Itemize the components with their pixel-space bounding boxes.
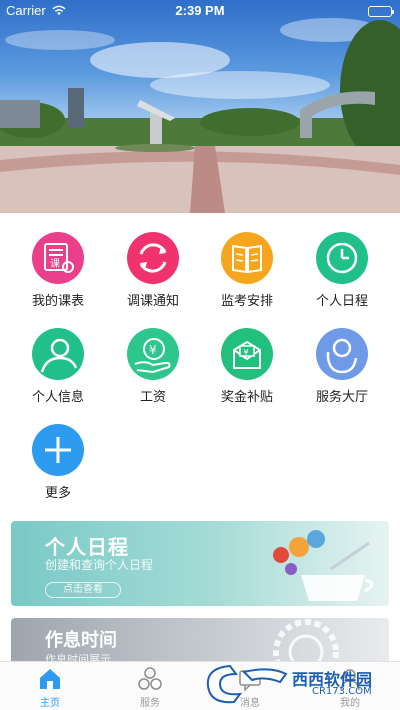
menu-label: 奖金补贴 [220, 390, 273, 405]
menu-item-salary[interactable]: ¥ 工资 [106, 328, 200, 405]
banner-title: 作息时间 [45, 630, 117, 651]
home-icon [37, 666, 63, 692]
menu-item-invigilation[interactable]: 监考安排 [200, 232, 294, 309]
menu-label: 调课通知 [126, 294, 179, 309]
book-icon [221, 232, 273, 284]
tab-label: 主页 [40, 698, 60, 709]
service-hall-icon [316, 328, 368, 380]
watermark-logo-icon [206, 664, 288, 704]
menu-label: 更多 [44, 486, 71, 501]
menu-item-more[interactable]: 更多 [11, 424, 105, 501]
service-icon [137, 666, 163, 692]
bonus-envelope-icon: ¥ [221, 328, 273, 380]
hero-campus-photo [0, 0, 400, 213]
plus-icon [32, 424, 84, 476]
menu-item-class-change[interactable]: 调课通知 [106, 232, 200, 309]
clock-time: 2:39 PM [175, 3, 225, 18]
menu-label: 监考安排 [220, 294, 273, 309]
site-watermark: 西西软件园 CR173.COM [200, 660, 396, 706]
menu-item-personal-info[interactable]: 个人信息 [11, 328, 105, 405]
menu-item-service-hall[interactable]: 服务大厅 [295, 328, 389, 405]
menu-item-schedule[interactable]: 个人日程 [295, 232, 389, 309]
watermark-subtext: CR173.COM [312, 686, 372, 697]
menu-item-timetable[interactable]: 课 我的课表 [11, 232, 105, 309]
refresh-icon [127, 232, 179, 284]
coffee-cup-illustration [273, 530, 374, 601]
svg-text:¥: ¥ [149, 343, 157, 357]
tab-service[interactable]: 服务 [100, 666, 200, 709]
battery-icon [368, 6, 394, 17]
banner-subtitle: 创建和查询个人日程 [45, 558, 154, 572]
person-icon [32, 328, 84, 380]
clock-icon [316, 232, 368, 284]
status-bar: Carrier 2:39 PM [0, 0, 400, 22]
view-button[interactable]: 点击查看 [45, 582, 121, 598]
menu-label: 服务大厅 [315, 390, 368, 405]
svg-text:课: 课 [50, 258, 60, 270]
tab-label: 服务 [140, 698, 160, 709]
menu-label: 个人日程 [315, 294, 368, 309]
menu-label: 工资 [139, 390, 166, 405]
menu-label: 个人信息 [31, 390, 84, 405]
timetable-icon: 课 [32, 232, 84, 284]
schedule-banner[interactable]: 个人日程 创建和查询个人日程 点击查看 [11, 521, 389, 606]
menu-label: 我的课表 [31, 294, 84, 309]
salary-icon: ¥ [127, 328, 179, 380]
menu-item-bonus[interactable]: ¥ 奖金补贴 [200, 328, 294, 405]
svg-text:¥: ¥ [244, 348, 249, 357]
tab-home[interactable]: 主页 [0, 666, 100, 709]
